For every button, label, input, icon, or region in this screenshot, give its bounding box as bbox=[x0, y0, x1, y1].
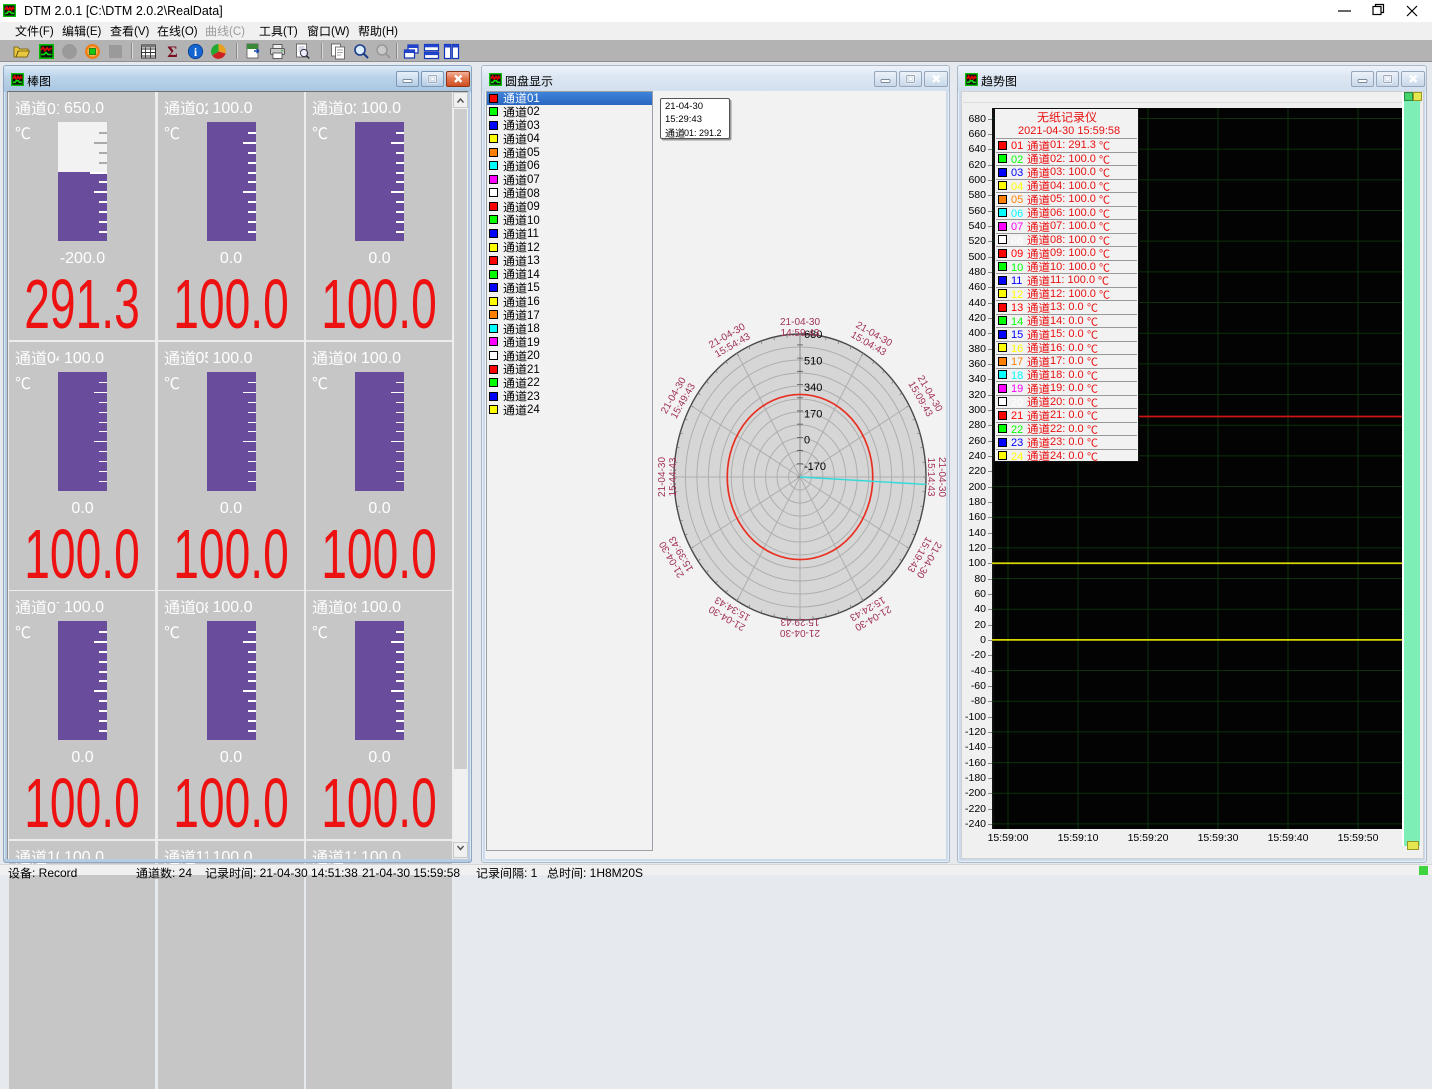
svg-text:-170: -170 bbox=[804, 461, 826, 473]
svg-text:340: 340 bbox=[804, 382, 822, 394]
svg-text:21-04-30: 21-04-30 bbox=[936, 457, 947, 497]
svg-text:0: 0 bbox=[804, 435, 810, 447]
svg-text:170: 170 bbox=[804, 408, 822, 420]
svg-text:21-04-30: 21-04-30 bbox=[780, 317, 820, 328]
svg-text:21-04-30: 21-04-30 bbox=[657, 457, 668, 497]
svg-text:15:29:43: 15:29:43 bbox=[780, 616, 819, 627]
svg-text:21-04-30: 21-04-30 bbox=[780, 627, 820, 638]
svg-text:15:44:43: 15:44:43 bbox=[668, 457, 679, 496]
svg-text:Σ: Σ bbox=[167, 44, 177, 60]
svg-text:510: 510 bbox=[804, 355, 822, 367]
svg-text:14:59:43: 14:59:43 bbox=[781, 328, 820, 339]
svg-text:15:14:43: 15:14:43 bbox=[925, 458, 936, 497]
